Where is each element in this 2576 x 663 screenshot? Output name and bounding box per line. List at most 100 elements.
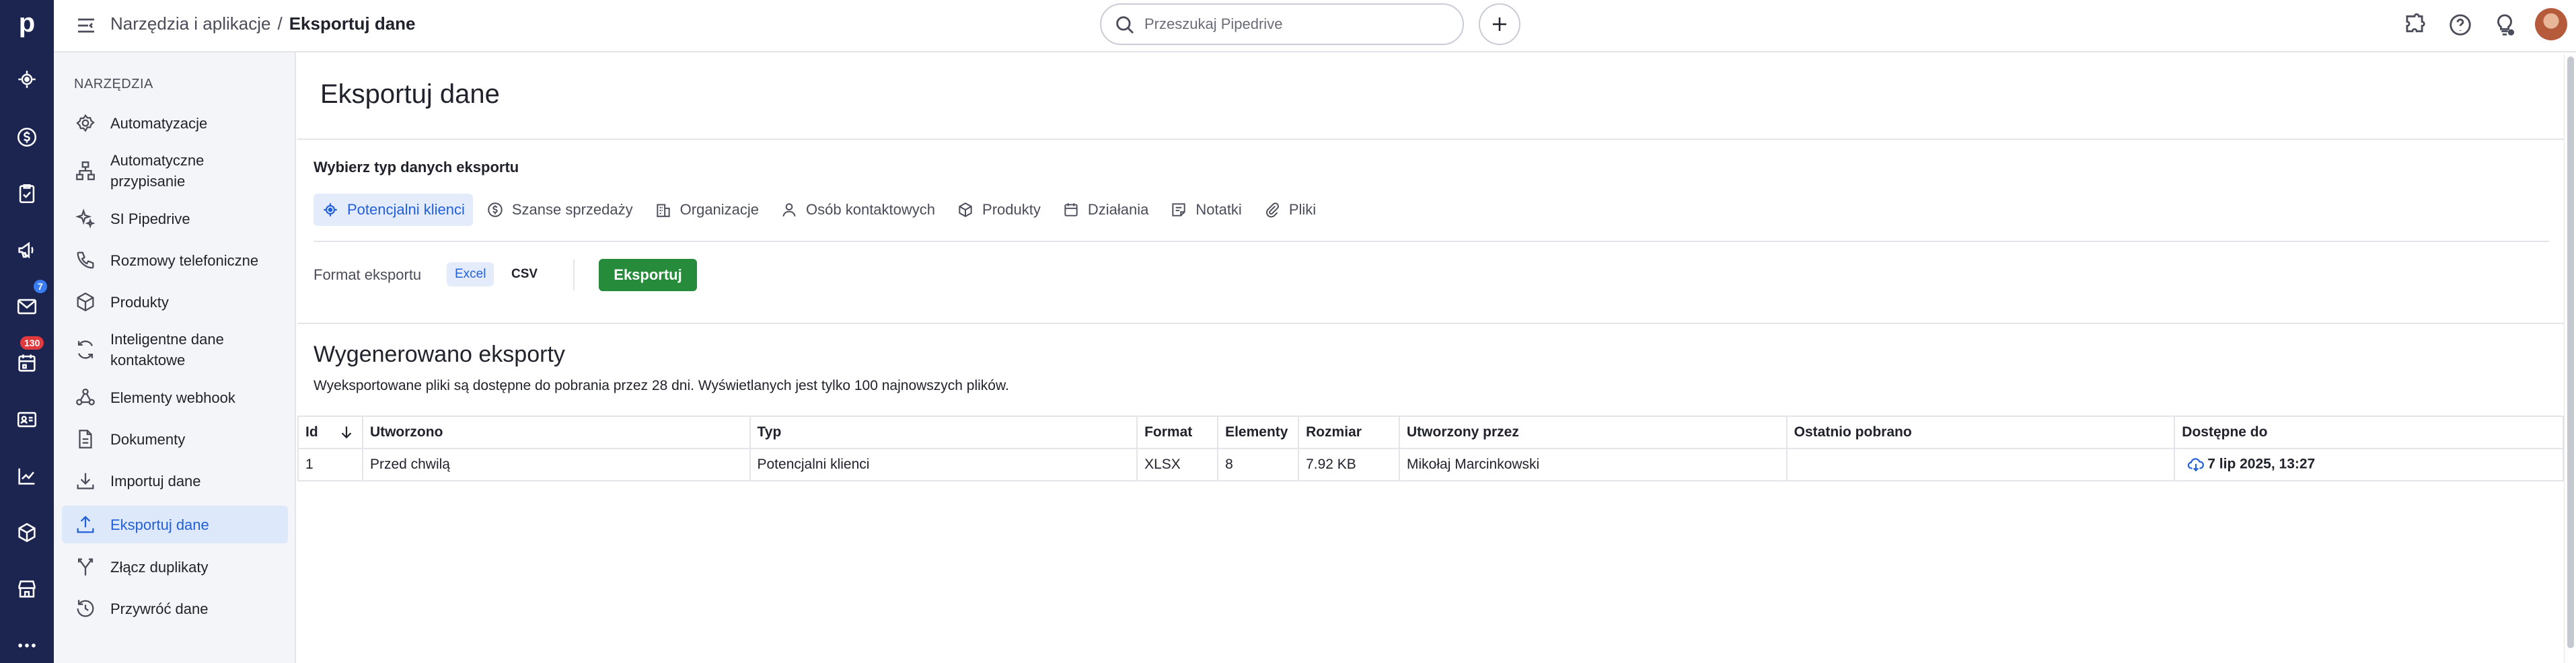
tab-label: Pliki (1288, 201, 1317, 218)
person-icon (782, 203, 796, 217)
column-header-created-by[interactable]: Utworzony przez (1399, 416, 1788, 449)
products-icon[interactable] (13, 519, 40, 546)
sync-icon (77, 340, 94, 359)
exports-table: Id Utworzono Typ Format Elementy Rozmiar… (297, 416, 2564, 481)
sidebar-item-auto-assignment[interactable]: Automatyczne przypisanie (62, 147, 288, 195)
column-header-format[interactable]: Format (1136, 416, 1219, 449)
contacts-icon[interactable] (13, 406, 40, 433)
column-header-size[interactable]: Rozmiar (1298, 416, 1401, 449)
restore-icon (77, 600, 94, 617)
campaigns-icon[interactable] (13, 237, 40, 264)
scrollbar-thumb[interactable] (2567, 56, 2574, 648)
tab-label: Organizacje (679, 201, 760, 218)
search-box[interactable] (1100, 3, 1464, 45)
mail-count-badge: 7 (34, 280, 47, 293)
sidebar-item-documents[interactable]: Dokumenty (62, 422, 288, 456)
collapse-menu-icon[interactable] (74, 13, 98, 38)
tab-label: Potencjalni klienci (347, 201, 465, 218)
sidebar-item-export[interactable]: Eksportuj dane (62, 506, 288, 543)
phone-icon (77, 251, 94, 269)
cloud-download-icon[interactable] (2187, 456, 2205, 473)
tasks-icon[interactable] (13, 180, 40, 207)
tab-notes[interactable]: Notatki (1162, 194, 1249, 226)
tab-leads[interactable]: Potencjalni klienci (314, 194, 473, 226)
quick-add-button[interactable] (1479, 3, 1520, 45)
table-header-row: Id Utworzono Typ Format Elementy Rozmiar… (297, 416, 2564, 449)
cell-size: 7.92 KB (1298, 448, 1401, 481)
breadcrumb-separator: / (277, 13, 283, 34)
sidebar-item-label: Automatyczne przypisanie (110, 152, 205, 190)
sidebar-item-label: Elementy webhook (110, 389, 235, 406)
column-header-last-downloaded[interactable]: Ostatnio pobrano (1786, 416, 2176, 449)
sidebar-item-label: Dokumenty (110, 430, 186, 448)
sidebar-item-label: Importuj dane (110, 472, 201, 490)
export-button[interactable]: Eksportuj (599, 259, 697, 291)
tips-lightbulb-icon[interactable] (2492, 12, 2517, 38)
sidebar-item-ai[interactable]: SI Pipedrive (62, 202, 288, 235)
export-icon (77, 516, 94, 533)
sidebar-item-label: Złącz duplikaty (110, 558, 209, 576)
sidebar-item-phone-calls[interactable]: Rozmowy telefoniczne (62, 243, 288, 277)
cell-available-until[interactable]: 7 lip 2025, 13:27 (2174, 448, 2564, 481)
main-content: Eksportuj dane Wybierz typ danych ekspor… (297, 54, 2564, 663)
leads-icon[interactable] (13, 66, 40, 93)
mail-icon[interactable] (13, 293, 40, 320)
tab-label: Osób kontaktowych (806, 201, 936, 218)
tab-files[interactable]: Pliki (1255, 194, 1324, 226)
tab-organizations[interactable]: Organizacje (647, 194, 767, 226)
merge-icon (77, 558, 94, 576)
breadcrumb-current: Eksportuj dane (289, 13, 416, 34)
divider (297, 139, 2564, 140)
search-icon (1116, 16, 1134, 34)
pipedrive-logo[interactable]: p (12, 8, 42, 38)
export-type-tabs: Potencjalni klienci Szanse sprzedaży Org… (314, 194, 1329, 226)
tab-activities[interactable]: Działania (1054, 194, 1157, 226)
column-header-created[interactable]: Utworzono (361, 416, 751, 449)
format-option-csv[interactable]: CSV (503, 262, 546, 286)
sidebar-item-webhooks[interactable]: Elementy webhook (62, 381, 288, 414)
sidebar-item-restore-data[interactable]: Przywróć dane (62, 592, 288, 625)
deals-icon[interactable] (13, 124, 40, 151)
user-avatar[interactable] (2535, 8, 2567, 40)
document-icon (79, 430, 92, 448)
breadcrumb-parent[interactable]: Narzędzia i aplikacje (110, 13, 270, 34)
webhook-icon (76, 388, 95, 405)
help-icon[interactable] (2448, 12, 2473, 38)
activities-icon[interactable] (13, 350, 40, 377)
cell-created-by: Mikołaj Marcinkowski (1399, 448, 1788, 481)
import-icon (77, 473, 94, 490)
sidebar-item-smart-contact-data[interactable]: Inteligentne dane kontaktowe (62, 325, 288, 374)
breadcrumb: Narzędzia i aplikacje / Eksportuj dane (110, 12, 416, 35)
top-bar: Narzędzia i aplikacje / Eksportuj dane (54, 0, 2576, 52)
page-scrollbar[interactable] (2564, 54, 2576, 663)
box-icon (959, 202, 972, 217)
marketplace-icon[interactable] (13, 576, 40, 602)
app-rail: p 7 130 (0, 0, 54, 663)
sidebar-item-import[interactable]: Importuj dane (62, 464, 288, 498)
column-header-available-until[interactable]: Dostępne do (2174, 416, 2564, 449)
download-link[interactable]: 7 lip 2025, 13:27 (2207, 457, 2315, 472)
sidebar-item-products[interactable]: Produkty (62, 285, 288, 319)
sidebar-item-merge-duplicates[interactable]: Złącz duplikaty (62, 550, 288, 584)
format-option-excel[interactable]: Excel (447, 262, 494, 286)
calendar-icon (1064, 203, 1078, 217)
tab-products[interactable]: Produkty (949, 194, 1049, 226)
sidebar-item-automations[interactable]: Automatyzacje (62, 106, 288, 140)
tab-people[interactable]: Osób kontaktowych (772, 194, 943, 226)
tab-label: Notatki (1195, 201, 1242, 218)
sort-descending-icon[interactable] (338, 424, 355, 441)
sparkle-icon (75, 208, 96, 229)
export-format-label: Format eksportu (314, 266, 422, 283)
column-header-items[interactable]: Elementy (1217, 416, 1300, 449)
tools-sidebar: NARZĘDZIA Automatyzacje Automatyczne prz… (54, 52, 296, 663)
tab-deals[interactable]: Szanse sprzedaży (478, 194, 641, 226)
box-icon (77, 292, 94, 312)
deal-icon (488, 202, 503, 217)
search-input[interactable] (1144, 10, 1454, 38)
more-icon[interactable] (13, 632, 40, 659)
extensions-icon[interactable] (2402, 12, 2427, 38)
insights-icon[interactable] (13, 463, 40, 490)
column-header-id[interactable]: Id (297, 416, 363, 449)
column-header-type[interactable]: Typ (749, 416, 1138, 449)
export-type-label: Wybierz typ danych eksportu (314, 159, 519, 176)
